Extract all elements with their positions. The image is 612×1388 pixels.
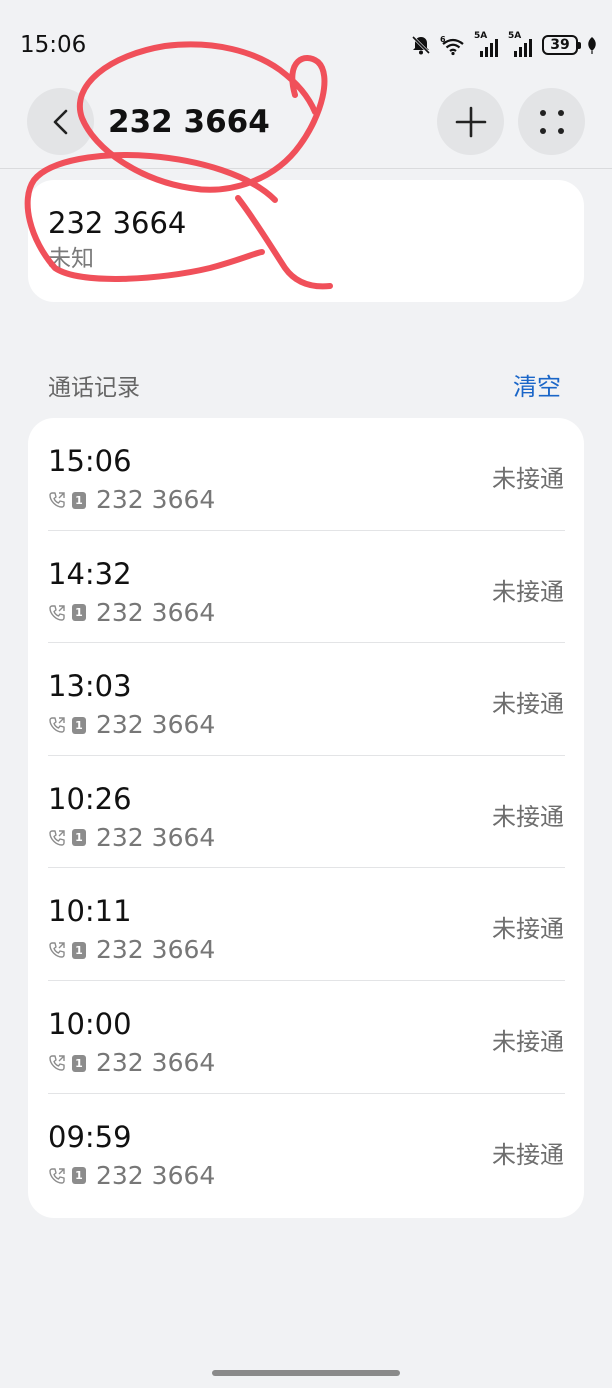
outgoing-call-icon: [49, 717, 65, 733]
battery-icon: 39: [542, 35, 581, 55]
back-button[interactable]: [27, 88, 94, 155]
record-status: 未接通: [492, 1028, 564, 1056]
signal-icon: 5A: [474, 31, 500, 57]
record-number: 232 3664: [96, 485, 216, 514]
more-options-button[interactable]: [518, 88, 585, 155]
status-time: 15:06: [20, 32, 87, 58]
record-time: 13:03: [48, 669, 132, 704]
record-details: 1 232 3664: [48, 598, 215, 628]
record-details: 1 232 3664: [48, 823, 215, 853]
outgoing-call-icon: [49, 942, 65, 959]
outgoing-call-icon: [49, 1055, 65, 1071]
call-record[interactable]: 15:06 1 232 3664 未接通: [28, 418, 584, 531]
outgoing-call-icon: [49, 1167, 65, 1184]
record-time: 14:32: [48, 556, 132, 591]
record-number: 232 3664: [96, 710, 216, 740]
call-log-title: 通话记录: [48, 375, 140, 401]
status-bar: 15:06 6 5A 5A 39: [0, 0, 612, 90]
wifi-icon: 6: [440, 35, 464, 56]
record-details: 1 232 3664: [48, 1161, 215, 1191]
outgoing-call-icon: [49, 604, 65, 621]
outgoing-call-icon: [49, 830, 65, 846]
call-log-list: 15:06 1 232 3664 未接通 14:32 1 232 3664 未接…: [28, 418, 584, 1218]
sim-card-icon: 1: [72, 1054, 86, 1072]
record-number: 232 3664: [96, 597, 216, 627]
clear-button[interactable]: 清空: [513, 371, 561, 403]
sim-card-icon: 1: [72, 1167, 86, 1185]
contact-number: 232 3664: [48, 206, 187, 240]
contact-location: 未知: [48, 246, 94, 272]
record-status: 未接通: [492, 465, 564, 493]
app-header: 232 3664: [0, 86, 612, 168]
record-number: 232 3664: [96, 1048, 216, 1077]
record-time: 10:11: [48, 894, 132, 929]
record-details: 1 232 3664: [48, 710, 215, 740]
contact-card[interactable]: 232 3664 未知: [28, 180, 584, 302]
sim-card-icon: 1: [72, 716, 86, 734]
call-record[interactable]: 10:00 1 232 3664 未接通: [28, 981, 584, 1094]
record-details: 1 232 3664: [48, 485, 215, 515]
record-status: 未接通: [492, 915, 564, 944]
chevron-left-icon: [53, 109, 67, 134]
header-divider: [0, 168, 612, 169]
outgoing-call-icon: [49, 492, 65, 508]
call-record[interactable]: 09:59 1 232 3664 未接通: [28, 1094, 584, 1207]
record-number: 232 3664: [96, 935, 216, 965]
sim-card-icon: 1: [72, 829, 86, 847]
record-details: 1 232 3664: [48, 1048, 215, 1078]
bell-muted-icon: [411, 35, 431, 55]
record-status: 未接通: [492, 1140, 564, 1169]
four-dots-icon: [539, 109, 564, 134]
record-number: 232 3664: [96, 822, 216, 852]
record-time: 09:59: [48, 1119, 132, 1154]
call-record[interactable]: 14:32 1 232 3664 未接通: [28, 531, 584, 644]
record-time: 10:00: [48, 1007, 132, 1041]
record-time: 10:26: [48, 781, 132, 816]
record-number: 232 3664: [96, 1160, 216, 1190]
sim-card-icon: 1: [72, 941, 86, 959]
signal-icon: 5A: [508, 31, 534, 57]
record-status: 未接通: [492, 690, 564, 719]
call-record[interactable]: 13:03 1 232 3664 未接通: [28, 643, 584, 756]
record-status: 未接通: [492, 577, 564, 606]
home-indicator[interactable]: [212, 1370, 400, 1376]
record-time: 15:06: [48, 444, 132, 478]
plus-icon: [455, 106, 486, 137]
sim-card-icon: 1: [72, 491, 86, 509]
leaf-icon: [588, 37, 596, 54]
status-icons: 6 5A 5A 39: [410, 31, 598, 59]
call-record[interactable]: 10:11 1 232 3664 未接通: [28, 868, 584, 981]
record-status: 未接通: [492, 802, 564, 831]
sim-card-icon: 1: [72, 604, 86, 622]
add-contact-button[interactable]: [437, 88, 504, 155]
call-record[interactable]: 10:26 1 232 3664 未接通: [28, 756, 584, 869]
record-details: 1 232 3664: [48, 935, 215, 965]
page-title: 232 3664: [108, 104, 270, 140]
